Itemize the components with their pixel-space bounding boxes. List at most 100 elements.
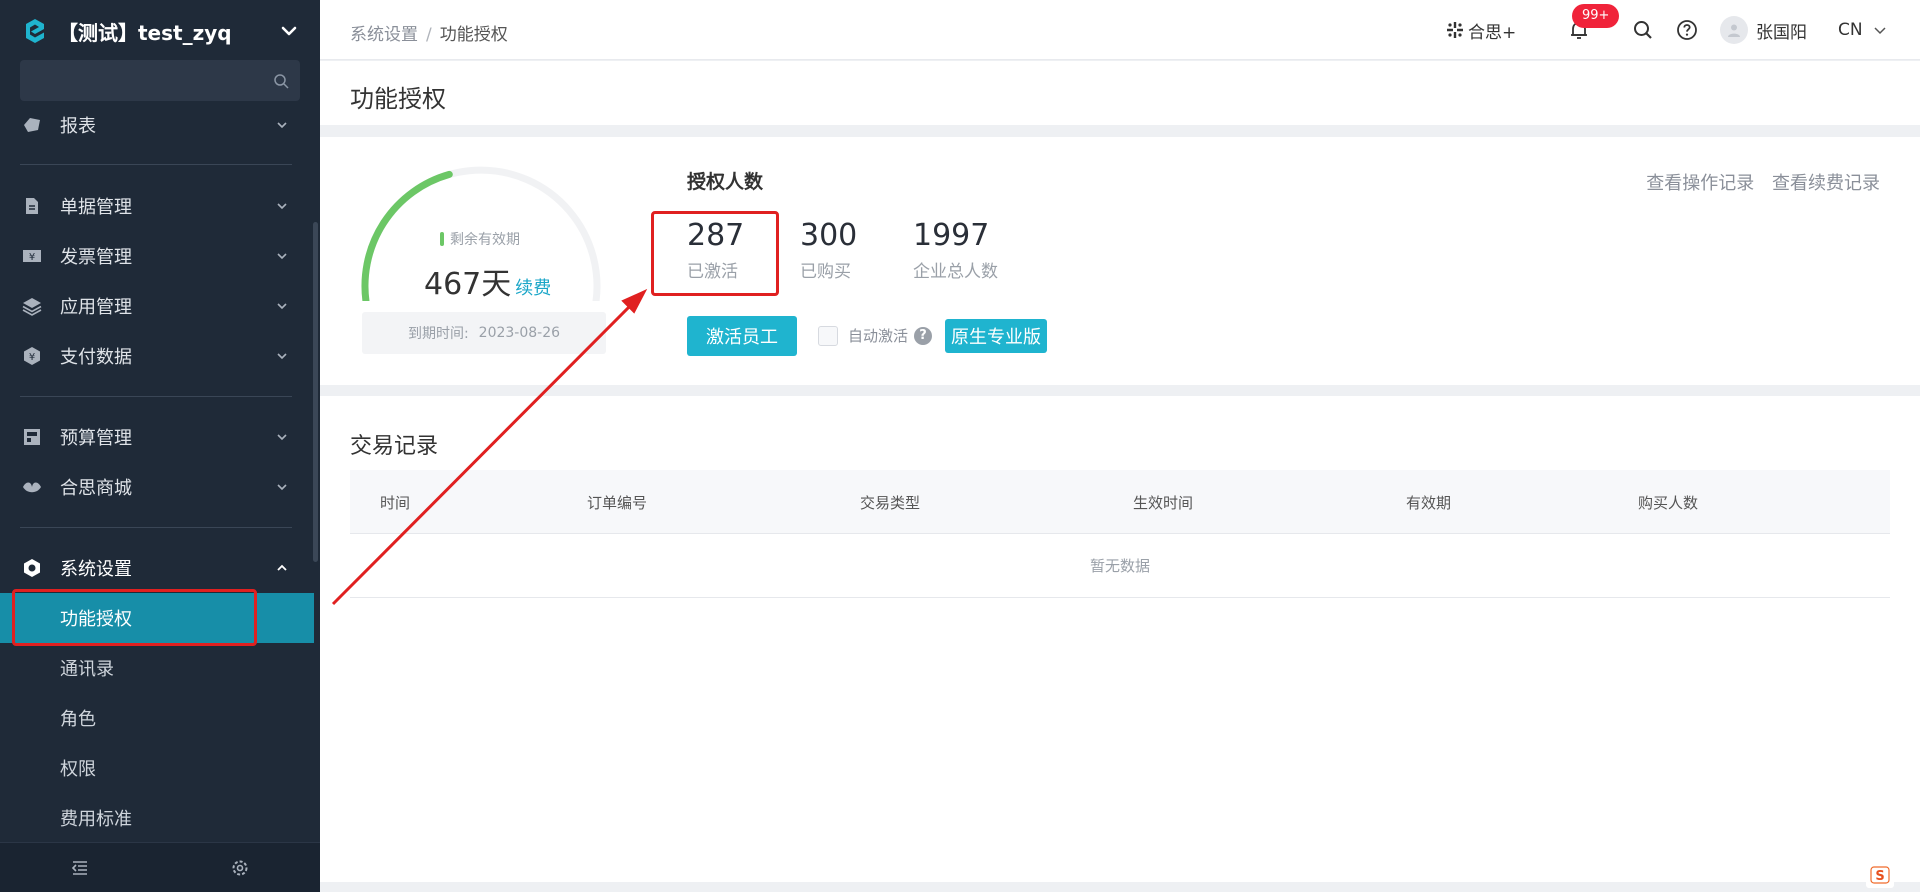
chevron-down-icon[interactable]	[278, 20, 300, 42]
column-header: 时间	[380, 494, 411, 512]
sidebar-item-label: 支付数据	[60, 347, 132, 368]
payment-icon: ¥	[22, 346, 42, 366]
user-menu[interactable]: 张国阳	[1720, 0, 1807, 60]
chevron-down-icon	[274, 348, 290, 364]
chevron-down-icon	[274, 117, 290, 133]
help-circle-icon	[1676, 19, 1698, 41]
auto-activate-label: 自动激活	[848, 327, 909, 345]
chevron-down-icon	[274, 479, 290, 495]
activate-employees-button[interactable]: 激活员工	[687, 316, 797, 356]
remaining-days-value: 467天	[424, 267, 512, 302]
chevron-down-icon	[1873, 23, 1887, 37]
tenant-name: 【测试】test_zyq	[58, 20, 232, 45]
sidebar-footer	[0, 842, 320, 892]
sidebar-item-label: 预算管理	[60, 428, 132, 449]
apps-grid-icon	[1446, 21, 1464, 39]
language-label: CN	[1838, 20, 1863, 40]
sidebar-item-apps[interactable]: 应用管理	[0, 281, 320, 331]
chevron-down-icon	[274, 429, 290, 445]
breadcrumb-item[interactable]: 系统设置	[350, 25, 418, 45]
column-header: 订单编号	[587, 494, 648, 512]
input-method-icon: S	[1866, 862, 1894, 888]
sidebar-item-label: 系统设置	[60, 559, 132, 580]
view-operation-log-link[interactable]: 查看操作记录	[1646, 173, 1754, 194]
sidebar-item-label: 合思商城	[60, 478, 132, 499]
collapse-menu-icon[interactable]	[70, 858, 90, 878]
remaining-validity-label: 剩余有效期	[440, 229, 520, 249]
remaining-label-text: 剩余有效期	[450, 232, 520, 248]
expire-label: 到期时间:	[407, 326, 469, 342]
record-links: 查看操作记录 查看续费记录	[1634, 169, 1880, 195]
budget-icon	[22, 427, 42, 447]
avatar	[1720, 16, 1748, 44]
stat-label: 已激活	[687, 262, 738, 282]
sidebar-divider	[20, 164, 292, 165]
sidebar-item-invoices[interactable]: ¥ 发票管理	[0, 231, 320, 281]
page-header: 功能授权	[320, 61, 1920, 125]
chevron-down-icon	[274, 198, 290, 214]
transactions-card: 交易记录 时间 订单编号 交易类型 生效时间 有效期 购买人数 暂无数据	[320, 396, 1920, 882]
sidebar-item-documents[interactable]: 单据管理	[0, 181, 320, 231]
chevron-up-icon	[274, 560, 290, 576]
help-button[interactable]	[1676, 0, 1698, 60]
app-link-hesi-plus[interactable]: 合思+	[1446, 0, 1516, 60]
breadcrumb-separator: /	[426, 25, 432, 45]
stat-purchased: 300 已购买	[800, 218, 858, 283]
renew-link[interactable]: 续费	[515, 278, 551, 299]
sidebar-divider	[20, 527, 292, 528]
sidebar-item-report[interactable]: 报表	[0, 100, 320, 150]
search-icon	[1632, 19, 1654, 41]
sidebar-search-input[interactable]	[20, 60, 300, 101]
stat-label: 已购买	[800, 262, 851, 282]
remaining-days: 467天 续费	[424, 259, 551, 303]
column-header: 有效期	[1406, 494, 1452, 512]
sidebar-subitem-contacts[interactable]: 通讯录	[0, 643, 314, 693]
sidebar-item-mall[interactable]: 合思商城	[0, 462, 320, 512]
sidebar-divider	[20, 396, 292, 397]
sidebar-subitem-permissions[interactable]: 权限	[0, 743, 314, 793]
notification-badge: 99+	[1572, 4, 1620, 28]
column-header: 交易类型	[860, 494, 921, 512]
table-header: 时间 订单编号 交易类型 生效时间 有效期 购买人数	[350, 470, 1890, 534]
sidebar-subitem-expense-standards[interactable]: 费用标准	[0, 793, 314, 843]
report-icon	[22, 115, 42, 135]
sidebar-item-system-settings[interactable]: 系统设置	[0, 543, 320, 593]
sidebar-subitem-roles[interactable]: 角色	[0, 693, 314, 743]
sidebar: 【测试】test_zyq 报表 单据管理 ¥ 发票管理 应用管理 ¥ 支付数据 …	[0, 0, 320, 892]
stat-value: 287	[687, 218, 745, 253]
sidebar-scrollbar[interactable]	[313, 222, 318, 562]
stat-value: 300	[800, 218, 858, 253]
user-name: 张国阳	[1756, 22, 1807, 43]
sidebar-item-payments[interactable]: ¥ 支付数据	[0, 331, 320, 381]
mall-icon	[22, 477, 42, 497]
chevron-down-icon	[274, 298, 290, 314]
stat-label: 企业总人数	[913, 262, 998, 282]
global-search-button[interactable]	[1632, 0, 1654, 60]
sidebar-item-label: 报表	[60, 116, 96, 137]
search-icon	[272, 72, 290, 90]
layers-icon	[22, 296, 42, 316]
transactions-title: 交易记录	[350, 434, 439, 459]
question-icon[interactable]: ?	[914, 326, 933, 345]
app-link-label: 合思+	[1468, 22, 1517, 43]
breadcrumb-current: 功能授权	[439, 25, 508, 45]
license-card: 剩余有效期 467天 续费 到期时间: 2023-08-26 授权人数 287 已…	[320, 137, 1920, 385]
sidebar-subitem-feature-license[interactable]: 功能授权	[0, 593, 314, 643]
stat-total-employees: 1997 企业总人数	[913, 218, 998, 283]
gear-icon[interactable]	[230, 858, 250, 878]
tenant-switcher[interactable]: 【测试】test_zyq	[0, 0, 320, 62]
stat-activated: 287 已激活	[687, 218, 745, 283]
expiration-date: 到期时间: 2023-08-26	[362, 312, 606, 354]
legend-bar	[440, 232, 444, 246]
svg-text:S: S	[1875, 869, 1884, 884]
language-switcher[interactable]: CN	[1838, 0, 1887, 60]
sidebar-item-label: 单据管理	[60, 197, 132, 218]
stat-value: 1997	[913, 218, 990, 253]
view-renewal-log-link[interactable]: 查看续费记录	[1772, 173, 1880, 194]
chevron-down-icon	[274, 248, 290, 264]
breadcrumb: 系统设置 / 功能授权	[350, 20, 508, 45]
auto-activate-checkbox[interactable]	[818, 325, 838, 346]
empty-state: 暂无数据	[350, 534, 1890, 598]
document-icon	[22, 196, 42, 216]
sidebar-item-budget[interactable]: 预算管理	[0, 412, 320, 462]
